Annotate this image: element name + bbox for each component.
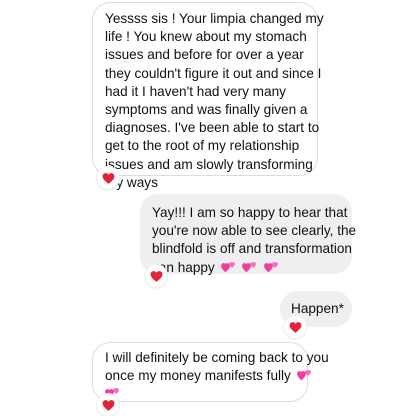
two-hearts-emoji-icon xyxy=(220,260,237,274)
message-text-line: I will definitely be coming back to you xyxy=(105,350,329,365)
heart-reaction[interactable] xyxy=(284,316,306,338)
red-heart-icon xyxy=(289,321,301,333)
message-text-line: Yay!!! I am so happy to hear that xyxy=(152,205,348,220)
message-text-line: Happen* xyxy=(291,301,344,316)
red-heart-icon xyxy=(150,270,162,282)
message-text-line-with-emoji: once my money manifests fully xyxy=(105,367,311,385)
message-thread: Yessss sis ! Your limpia changed my life… xyxy=(0,0,416,416)
message-text-line: symptoms and was finally given a xyxy=(105,102,308,118)
message-text-line: diagnoses. I've been able to start to xyxy=(105,120,320,136)
message-text-line: had it I haven't had very many xyxy=(105,83,286,99)
heart-reaction[interactable] xyxy=(97,167,119,189)
incoming-message-bubble[interactable]: Yessss sis ! Your limpia changed my life… xyxy=(92,2,324,190)
message-text-line: blindfold is off and transformation xyxy=(152,241,352,257)
two-hearts-emoji-icon xyxy=(296,368,313,382)
message-text-line: issues and am slowly transforming xyxy=(105,156,313,172)
incoming-message-bubble[interactable]: I will definitely be coming back to you … xyxy=(92,342,329,403)
message-emoji-line xyxy=(105,385,297,403)
two-hearts-emoji-icon xyxy=(242,260,258,274)
message-text-line: issues and before for over a year xyxy=(105,47,304,63)
heart-reaction[interactable] xyxy=(97,394,119,416)
message-text-line-with-emoji: can happy xyxy=(152,259,342,277)
red-heart-icon xyxy=(102,399,114,411)
outgoing-message-bubble[interactable]: Yay!!! I am so happy to hear that you're… xyxy=(140,194,357,277)
message-text-line: my ways xyxy=(105,174,158,190)
two-hearts-emoji-icon xyxy=(264,260,280,274)
red-heart-icon xyxy=(102,172,114,184)
message-text-line: they couldn't figure it out and since I xyxy=(105,65,322,81)
heart-reaction[interactable] xyxy=(145,265,167,287)
message-text-line: you're now able to see clearly, the xyxy=(152,223,357,239)
message-text-line: Yessss sis ! Your limpia changed my xyxy=(105,11,324,26)
message-text-line: get to the root of my relationship xyxy=(105,138,300,154)
message-text-line: life ! You knew about my stomach xyxy=(105,29,307,45)
message-text-line: once my money manifests fully xyxy=(105,368,291,384)
